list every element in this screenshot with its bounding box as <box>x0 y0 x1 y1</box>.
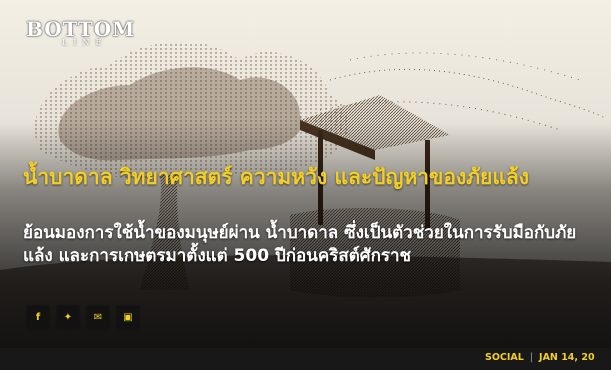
facebook-icon: f <box>35 311 41 323</box>
line-share-button[interactable]: ▣ <box>117 306 139 328</box>
email-icon: ✉ <box>93 311 103 323</box>
article-meta: SOCIAL | JAN 14, 20 <box>485 352 605 363</box>
publish-date: JAN 14, 20 <box>539 352 595 363</box>
meta-separator: | <box>529 352 534 363</box>
article-headline: น้ำบาดาล วิทยาศาสตร์ ความหวัง และปัญหาขอ… <box>23 165 530 189</box>
email-share-button[interactable]: ✉ <box>87 306 109 328</box>
hero-image: BOTTOM LINE น้ำบาดาล วิทยาศาสตร์ ความหวั… <box>0 0 611 348</box>
line-icon: ▣ <box>123 311 133 323</box>
facebook-share-button[interactable]: f <box>27 306 49 328</box>
twitter-share-button[interactable]: ✦ <box>57 306 79 328</box>
site-logo[interactable]: BOTTOM LINE <box>26 17 134 51</box>
category-label[interactable]: SOCIAL <box>485 352 524 363</box>
share-buttons: f ✦ ✉ ▣ <box>27 306 139 328</box>
logo-subtext: LINE <box>62 38 108 47</box>
twitter-icon: ✦ <box>63 311 73 323</box>
article-subtitle: ย้อนมองการใช้น้ำของมนุษย์ผ่าน น้ำบาดาล ซ… <box>23 223 577 266</box>
article-meta-bar: SOCIAL | JAN 14, 20 <box>0 348 611 370</box>
